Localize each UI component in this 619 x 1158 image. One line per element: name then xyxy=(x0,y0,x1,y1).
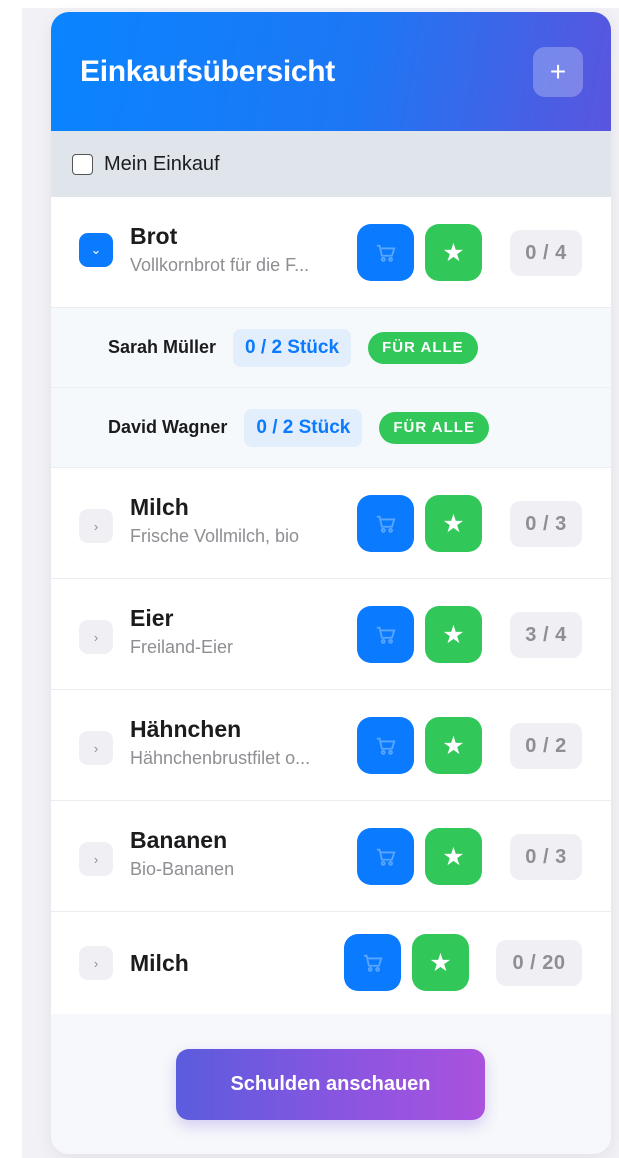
page-title: Einkaufsübersicht xyxy=(80,54,335,88)
star-icon: ★ xyxy=(429,948,452,977)
chevron-right-icon[interactable]: › xyxy=(79,731,113,765)
add-button[interactable]: + xyxy=(533,46,583,97)
chevron-right-icon[interactable]: › xyxy=(79,509,113,543)
person-tag[interactable]: FÜR ALLE xyxy=(368,331,478,364)
star-icon: ★ xyxy=(442,620,465,649)
item-name: Hähnchen xyxy=(130,716,242,742)
chevron-right-icon[interactable]: › xyxy=(79,946,113,980)
star-icon: ★ xyxy=(442,238,465,267)
chevron-right-icon[interactable]: › xyxy=(79,620,113,654)
list-item[interactable]: ⌄ Brot Vollkornbrot für die F... ★ 0 / 4 xyxy=(51,197,611,308)
item-description: Vollkornbrot für die F... xyxy=(130,255,310,275)
item-name: Brot xyxy=(130,223,178,249)
person-row: Sarah Müller 0 / 2 Stück FÜR ALLE xyxy=(51,308,611,388)
list-item[interactable]: › Bananen Bio-Bananen ★ 0 / 3 xyxy=(51,801,611,912)
cart-button[interactable] xyxy=(357,828,414,885)
cart-button[interactable] xyxy=(357,224,414,281)
cart-icon xyxy=(376,244,395,262)
header: Einkaufsübersicht + xyxy=(51,12,611,131)
item-description: Hähnchenbrustfilet o... xyxy=(130,748,311,768)
star-icon: ★ xyxy=(442,842,465,871)
item-name: Milch xyxy=(130,494,189,520)
cart-button[interactable] xyxy=(357,606,414,663)
cart-icon xyxy=(363,954,382,972)
list-item[interactable]: › Milch ★ 0 / 20 xyxy=(51,912,611,1015)
favorite-button[interactable]: ★ xyxy=(412,934,469,991)
star-icon: ★ xyxy=(442,731,465,760)
list-item[interactable]: › Eier Freiland-Eier ★ 3 / 4 xyxy=(51,579,611,690)
item-count: 0 / 3 xyxy=(510,834,582,880)
cart-icon xyxy=(376,626,395,644)
group-label: Mein Einkauf xyxy=(104,152,220,175)
cart-button[interactable] xyxy=(357,495,414,552)
item-count: 0 / 3 xyxy=(510,501,582,547)
item-description: Freiland-Eier xyxy=(130,637,234,657)
star-icon: ★ xyxy=(442,509,465,538)
person-tag[interactable]: FÜR ALLE xyxy=(379,411,489,444)
item-count: 0 / 20 xyxy=(496,940,582,986)
shopping-overview-card: Einkaufsübersicht + Mein Einkauf ⌄ Brot … xyxy=(51,12,611,1154)
favorite-button[interactable]: ★ xyxy=(425,606,482,663)
favorite-button[interactable]: ★ xyxy=(425,495,482,552)
item-description: Bio-Bananen xyxy=(130,859,235,879)
chevron-right-icon[interactable]: › xyxy=(79,842,113,876)
person-name: David Wagner xyxy=(108,417,228,437)
chevron-down-icon[interactable]: ⌄ xyxy=(79,233,113,267)
favorite-button[interactable]: ★ xyxy=(425,717,482,774)
view-debts-button[interactable]: Schulden anschauen xyxy=(176,1049,485,1120)
item-description: Frische Vollmilch, bio xyxy=(130,526,300,546)
item-name: Bananen xyxy=(130,827,228,853)
favorite-button[interactable]: ★ xyxy=(425,828,482,885)
person-quantity: 0 / 2 Stück xyxy=(233,328,352,367)
item-name: Eier xyxy=(130,605,174,631)
cart-button[interactable] xyxy=(357,717,414,774)
cart-icon xyxy=(376,515,395,533)
person-name: Sarah Müller xyxy=(108,337,217,357)
person-row: David Wagner 0 / 2 Stück FÜR ALLE xyxy=(51,388,611,468)
group-bar: Mein Einkauf xyxy=(51,131,611,197)
item-count: 0 / 2 xyxy=(510,723,582,769)
cart-icon xyxy=(376,737,395,755)
item-count: 0 / 4 xyxy=(510,230,582,276)
footer: Schulden anschauen xyxy=(51,1014,611,1154)
list-item[interactable]: › Milch Frische Vollmilch, bio ★ 0 / 3 xyxy=(51,468,611,579)
item-count: 3 / 4 xyxy=(510,612,582,658)
favorite-button[interactable]: ★ xyxy=(425,224,482,281)
cart-button[interactable] xyxy=(344,934,401,991)
person-quantity: 0 / 2 Stück xyxy=(244,408,363,447)
cart-icon xyxy=(376,848,395,866)
list-item[interactable]: › Hähnchen Hähnchenbrustfilet o... ★ 0 /… xyxy=(51,690,611,801)
group-checkbox[interactable] xyxy=(72,153,93,175)
item-name: Milch xyxy=(130,950,189,976)
